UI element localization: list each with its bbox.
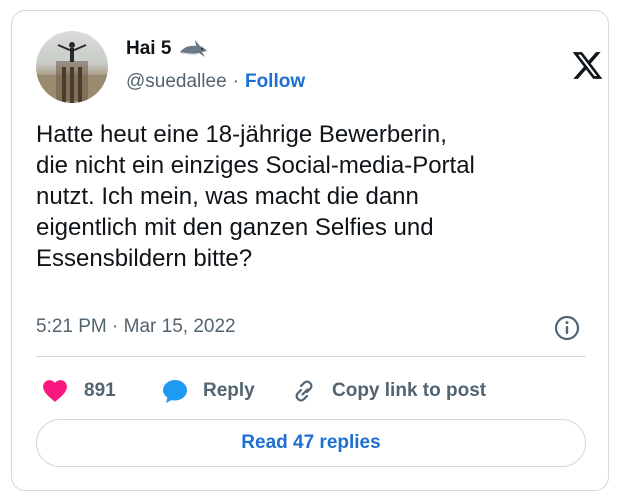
name-row: Hai 5 — [126, 35, 208, 63]
copy-link-button[interactable]: Copy link to post — [290, 371, 486, 411]
heart-icon — [43, 380, 67, 402]
tweet-header: Hai 5 @suedallee · Follow — [36, 31, 603, 107]
follow-button[interactable]: Follow — [245, 71, 305, 93]
tweet-text: Hatte heut eine 18-jährige Bewerberin, d… — [36, 121, 475, 272]
read-replies-label: Read 47 replies — [241, 432, 381, 453]
shark-icon — [178, 38, 208, 60]
timestamp[interactable]: 5:21 PM · Mar 15, 2022 — [36, 316, 236, 338]
action-bar: 891 Reply Copy link to post — [36, 371, 586, 411]
read-replies-button[interactable]: Read 47 replies — [36, 419, 586, 467]
info-icon[interactable] — [553, 314, 581, 342]
link-icon — [295, 380, 313, 402]
like-count: 891 — [84, 380, 116, 401]
speech-bubble-icon — [163, 380, 187, 403]
reply-label: Reply — [203, 380, 255, 401]
handle[interactable]: @suedallee — [126, 71, 227, 93]
copy-link-label: Copy link to post — [332, 380, 487, 401]
display-name[interactable]: Hai 5 — [126, 38, 171, 60]
divider — [36, 356, 586, 357]
separator-dot: · — [232, 71, 239, 92]
handle-row: @suedallee · Follow — [126, 69, 305, 95]
reply-button[interactable]: Reply — [161, 371, 255, 411]
like-button[interactable]: 891 — [42, 371, 116, 411]
x-logo-icon[interactable] — [571, 49, 604, 82]
avatar[interactable] — [36, 31, 108, 103]
tweet-card: Hai 5 @suedallee · Follow Hatte heut ein… — [11, 10, 609, 491]
tweet-meta: 5:21 PM · Mar 15, 2022 — [36, 314, 586, 342]
